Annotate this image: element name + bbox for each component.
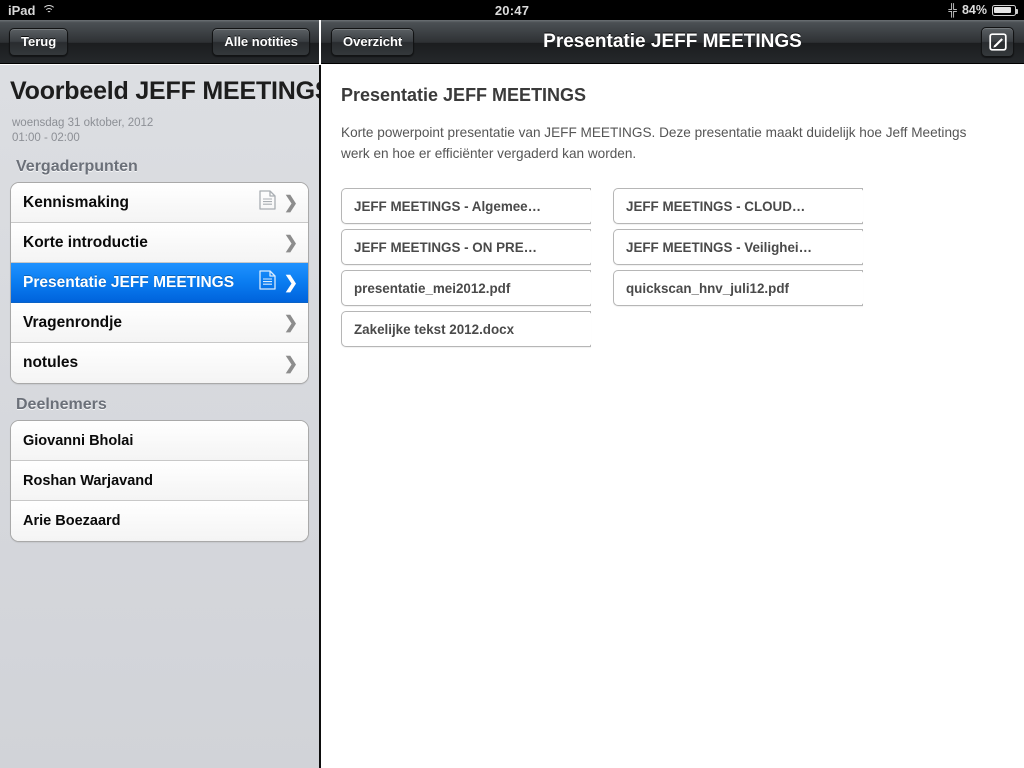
attachment-list: JEFF MEETINGS - Algemee… JEFF MEETINGS - … [321,164,1024,347]
compose-icon [988,32,1007,51]
compose-button[interactable] [981,26,1014,57]
attachment-label: JEFF MEETINGS - Veilighei… [626,239,813,255]
chip-arrow-tip [589,230,591,264]
chip-arrow-tip [861,230,863,264]
attachment-label: JEFF MEETINGS - ON PRE… [354,239,538,255]
agenda-section-header: Vergaderpunten [16,158,138,175]
agenda-item-1[interactable]: Korte introductie ❯ [11,223,308,263]
participant-item-2[interactable]: Arie Boezaard [11,501,308,541]
attachment-column-1: JEFF MEETINGS - CLOUD… JEFF MEETINGS - Ve… [613,188,863,306]
chevron-right-icon: ❯ [283,353,298,373]
attachment-label: presentatie_mei2012.pdf [354,280,511,296]
detail-toolbar: Presentatie JEFF MEETINGS Overzicht [321,20,1024,64]
status-bar-clock: 20:47 [494,2,530,18]
note-title: Voorbeeld JEFF MEETINGS [10,77,319,105]
back-button[interactable]: Terug [9,27,69,56]
chip-arrow-tip [589,189,591,223]
chip-arrow-tip [589,271,591,305]
attachment-label: Zakelijke tekst 2012.docx [354,321,515,337]
attachment-chip[interactable]: JEFF MEETINGS - Algemee… [341,188,591,224]
attachment-chip[interactable]: presentatie_mei2012.pdf [341,270,591,306]
detail-description: Korte powerpoint presentatie van JEFF ME… [341,125,967,161]
attachment-chip[interactable]: JEFF MEETINGS - Veilighei… [613,229,863,265]
chevron-right-icon: ❯ [283,313,298,332]
note-datetime: woensdag 31 oktober, 2012 01:00 - 02:00 [0,106,319,146]
document-icon [259,190,276,210]
chip-arrow-tip [589,312,591,346]
agenda-item-label: Vragenrondje [23,313,123,331]
note-date: woensdag 31 oktober, 2012 [12,117,154,129]
attachment-chip[interactable]: JEFF MEETINGS - ON PRE… [341,229,591,265]
attachment-label: JEFF MEETINGS - CLOUD… [626,198,806,214]
chevron-right-icon: ❯ [283,193,298,212]
sidebar-toolbar: Terug Alle notities [0,20,319,64]
agenda-list: Kennismaking ❯ Korte introductie ❯ Presentat… [10,182,309,384]
battery-icon [992,4,1019,16]
all-notes-button[interactable]: Alle notities [212,27,310,56]
attachment-chip[interactable]: quickscan_hnv_juli12.pdf [613,270,863,306]
agenda-item-3[interactable]: Vragenrondje ❯ [11,303,308,343]
chip-arrow-tip [861,189,863,223]
participants-section-header: Deelnemers [16,396,107,413]
agenda-item-2[interactable]: Presentatie JEFF MEETINGS ❯ [11,263,308,303]
ipad-app-window: iPad 20:47 ╬ 84% Terug Alle notities Pre… [0,0,1024,768]
participant-label: Roshan Warjavand [23,472,153,489]
battery-percent-label: 84% [961,3,987,17]
bluetooth-icon: ╬ [948,3,957,17]
agenda-item-label: Kennismaking [23,193,129,211]
chevron-right-icon: ❯ [283,273,298,292]
status-bar-right: ╬ 84% [948,3,1019,17]
document-icon-wrap [259,190,276,215]
detail-pane: Presentatie JEFF MEETINGS Korte powerpoi… [321,65,1024,768]
attachment-chip[interactable]: Zakelijke tekst 2012.docx [341,311,591,347]
agenda-item-label: Korte introductie [23,233,148,251]
participant-item-0[interactable]: Giovanni Bholai [11,421,308,461]
sidebar: Voorbeeld JEFF MEETINGS woensdag 31 okto… [0,65,319,768]
status-bar: iPad 20:47 ╬ 84% [0,0,1024,20]
attachment-label: quickscan_hnv_juli12.pdf [626,280,789,296]
detail-title: Presentatie JEFF MEETINGS [341,85,587,105]
attachment-chip[interactable]: JEFF MEETINGS - CLOUD… [613,188,863,224]
document-icon-wrap [259,270,276,295]
chevron-right-icon: ❯ [283,233,298,252]
attachment-label: JEFF MEETINGS - Algemee… [354,198,542,214]
agenda-item-0[interactable]: Kennismaking ❯ [11,183,308,223]
participants-list: Giovanni Bholai Roshan Warjavand Arie Boez… [10,420,309,542]
page-title: Presentatie JEFF MEETINGS [543,30,802,52]
agenda-item-label: notules [23,354,79,371]
participant-label: Giovanni Bholai [23,432,134,449]
document-icon [259,270,276,290]
attachment-column-0: JEFF MEETINGS - Algemee… JEFF MEETINGS - … [341,188,591,347]
overview-button[interactable]: Overzicht [331,27,415,56]
agenda-item-label: Presentatie JEFF MEETINGS [23,273,235,291]
agenda-item-4[interactable]: notules ❯ [11,343,308,383]
chip-arrow-tip [861,271,863,305]
participant-label: Arie Boezaard [23,513,121,529]
note-time: 01:00 - 02:00 [12,132,80,144]
participant-item-1[interactable]: Roshan Warjavand [11,461,308,501]
